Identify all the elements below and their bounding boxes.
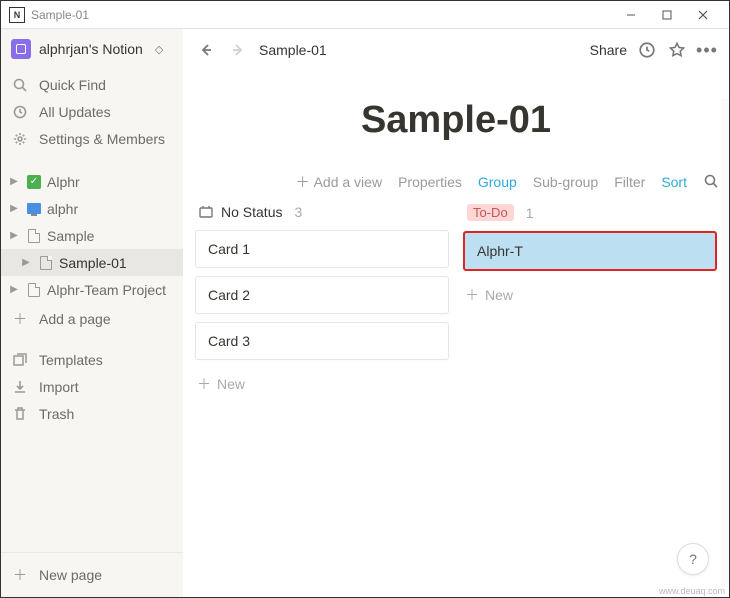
page-icon — [40, 256, 52, 270]
search-icon — [11, 77, 29, 93]
gear-icon — [11, 131, 29, 147]
sidebar-page-item[interactable]: ▶ Sample — [1, 222, 183, 249]
more-icon[interactable]: ••• — [697, 40, 717, 60]
page-item-label: Alphr — [47, 174, 80, 190]
forward-button[interactable] — [227, 39, 249, 61]
chevron-right-icon[interactable]: ▶ — [7, 284, 21, 295]
add-view-label: Add a view — [314, 174, 382, 190]
trash-icon — [11, 406, 29, 422]
no-status-icon — [199, 205, 213, 219]
watermark: www.deuaq.com — [659, 586, 725, 596]
quick-find-label: Quick Find — [39, 77, 106, 93]
board-column: No Status 3 Card 1 Card 2 Card 3 ＋ New — [195, 200, 449, 400]
properties-button[interactable]: Properties — [398, 174, 462, 190]
sidebar-page-item[interactable]: ▶ ✓ Alphr — [1, 168, 183, 195]
board: No Status 3 Card 1 Card 2 Card 3 ＋ New To-Do 1 Al… — [183, 200, 729, 400]
page-item-label: alphr — [47, 201, 78, 217]
page-title[interactable]: Sample-01 — [183, 99, 729, 142]
sidebar-page-item[interactable]: ▶ alphr — [1, 195, 183, 222]
chevron-right-icon[interactable]: ▶ — [7, 230, 21, 241]
sidebar-page-item[interactable]: ▶ Alphr-Team Project — [1, 276, 183, 303]
settings-members[interactable]: Settings & Members — [1, 125, 183, 152]
quick-find[interactable]: Quick Find — [1, 71, 183, 98]
new-card-button[interactable]: ＋ New — [195, 368, 449, 400]
breadcrumb[interactable]: Sample-01 — [259, 42, 327, 58]
plus-icon: ＋ — [11, 309, 29, 329]
sidebar-page-item[interactable]: ▶ Sample-01 — [1, 249, 183, 276]
all-updates-label: All Updates — [39, 104, 111, 120]
status-tag: To-Do — [467, 204, 514, 221]
chevron-right-icon[interactable]: ▶ — [7, 176, 21, 187]
new-page-label: New page — [39, 567, 102, 583]
filter-button[interactable]: Filter — [614, 174, 645, 190]
templates-icon — [11, 352, 29, 368]
new-card-button[interactable]: ＋ New — [463, 279, 717, 311]
app-icon: N — [9, 7, 25, 23]
updates-icon[interactable] — [637, 40, 657, 60]
window-title: Sample-01 — [31, 8, 89, 22]
subgroup-button[interactable]: Sub-group — [533, 174, 598, 190]
import-label: Import — [39, 379, 79, 395]
settings-label: Settings & Members — [39, 131, 165, 147]
page-icon — [28, 283, 40, 297]
view-controls: ＋ Add a view Properties Group Sub-group … — [183, 172, 729, 200]
help-button[interactable]: ? — [677, 543, 709, 575]
page-item-label: Sample — [47, 228, 94, 244]
templates[interactable]: Templates — [1, 346, 183, 373]
workspace-icon — [11, 39, 31, 59]
new-card-label: New — [485, 287, 513, 303]
monitor-icon — [27, 203, 41, 214]
column-header[interactable]: To-Do 1 — [463, 200, 717, 231]
chevron-right-icon[interactable]: ▶ — [7, 203, 21, 214]
add-page[interactable]: ＋ Add a page — [1, 305, 183, 332]
back-button[interactable] — [195, 39, 217, 61]
column-count: 1 — [526, 205, 534, 221]
board-card[interactable]: Card 1 — [195, 230, 449, 268]
clock-icon — [11, 104, 29, 120]
chevron-right-icon[interactable]: ▶ — [19, 257, 33, 268]
workspace-name: alphrjan's Notion — [39, 41, 143, 57]
workspace-switcher[interactable]: alphrjan's Notion ◇ — [1, 29, 183, 69]
plus-icon: ＋ — [11, 565, 29, 585]
trash[interactable]: Trash — [1, 400, 183, 427]
column-name: No Status — [221, 204, 282, 220]
sidebar: alphrjan's Notion ◇ Quick Find All Updat… — [1, 29, 183, 597]
board-column: To-Do 1 Alphr-T ＋ New — [463, 200, 717, 400]
plus-icon: ＋ — [465, 285, 479, 305]
trash-label: Trash — [39, 406, 74, 422]
topbar: Sample-01 Share ••• — [183, 29, 729, 71]
board-card[interactable]: Card 3 — [195, 322, 449, 360]
check-icon: ✓ — [27, 175, 41, 189]
page-icon — [28, 229, 40, 243]
column-header[interactable]: No Status 3 — [195, 200, 449, 230]
board-card[interactable]: Alphr-T — [463, 231, 717, 271]
page-item-label: Sample-01 — [59, 255, 127, 271]
import[interactable]: Import — [1, 373, 183, 400]
sort-button[interactable]: Sort — [661, 174, 687, 190]
all-updates[interactable]: All Updates — [1, 98, 183, 125]
window-maximize-button[interactable] — [649, 1, 685, 29]
window-minimize-button[interactable] — [613, 1, 649, 29]
chevron-up-down-icon: ◇ — [155, 43, 163, 56]
plus-icon: ＋ — [197, 374, 211, 394]
search-icon[interactable] — [703, 173, 719, 192]
add-page-label: Add a page — [39, 311, 111, 327]
share-button[interactable]: Share — [590, 42, 627, 58]
import-icon — [11, 379, 29, 395]
new-card-label: New — [217, 376, 245, 392]
templates-label: Templates — [39, 352, 103, 368]
board-card[interactable]: Card 2 — [195, 276, 449, 314]
favorite-icon[interactable] — [667, 40, 687, 60]
column-count: 3 — [294, 204, 302, 220]
window-titlebar: N Sample-01 — [1, 1, 729, 29]
group-button[interactable]: Group — [478, 174, 517, 190]
main-content: Sample-01 Share ••• Sample-01 ＋ Add a vi… — [183, 29, 729, 597]
window-close-button[interactable] — [685, 1, 721, 29]
page-item-label: Alphr-Team Project — [47, 282, 166, 298]
add-view-button[interactable]: ＋ Add a view — [296, 172, 382, 192]
new-page[interactable]: ＋ New page — [1, 553, 183, 597]
